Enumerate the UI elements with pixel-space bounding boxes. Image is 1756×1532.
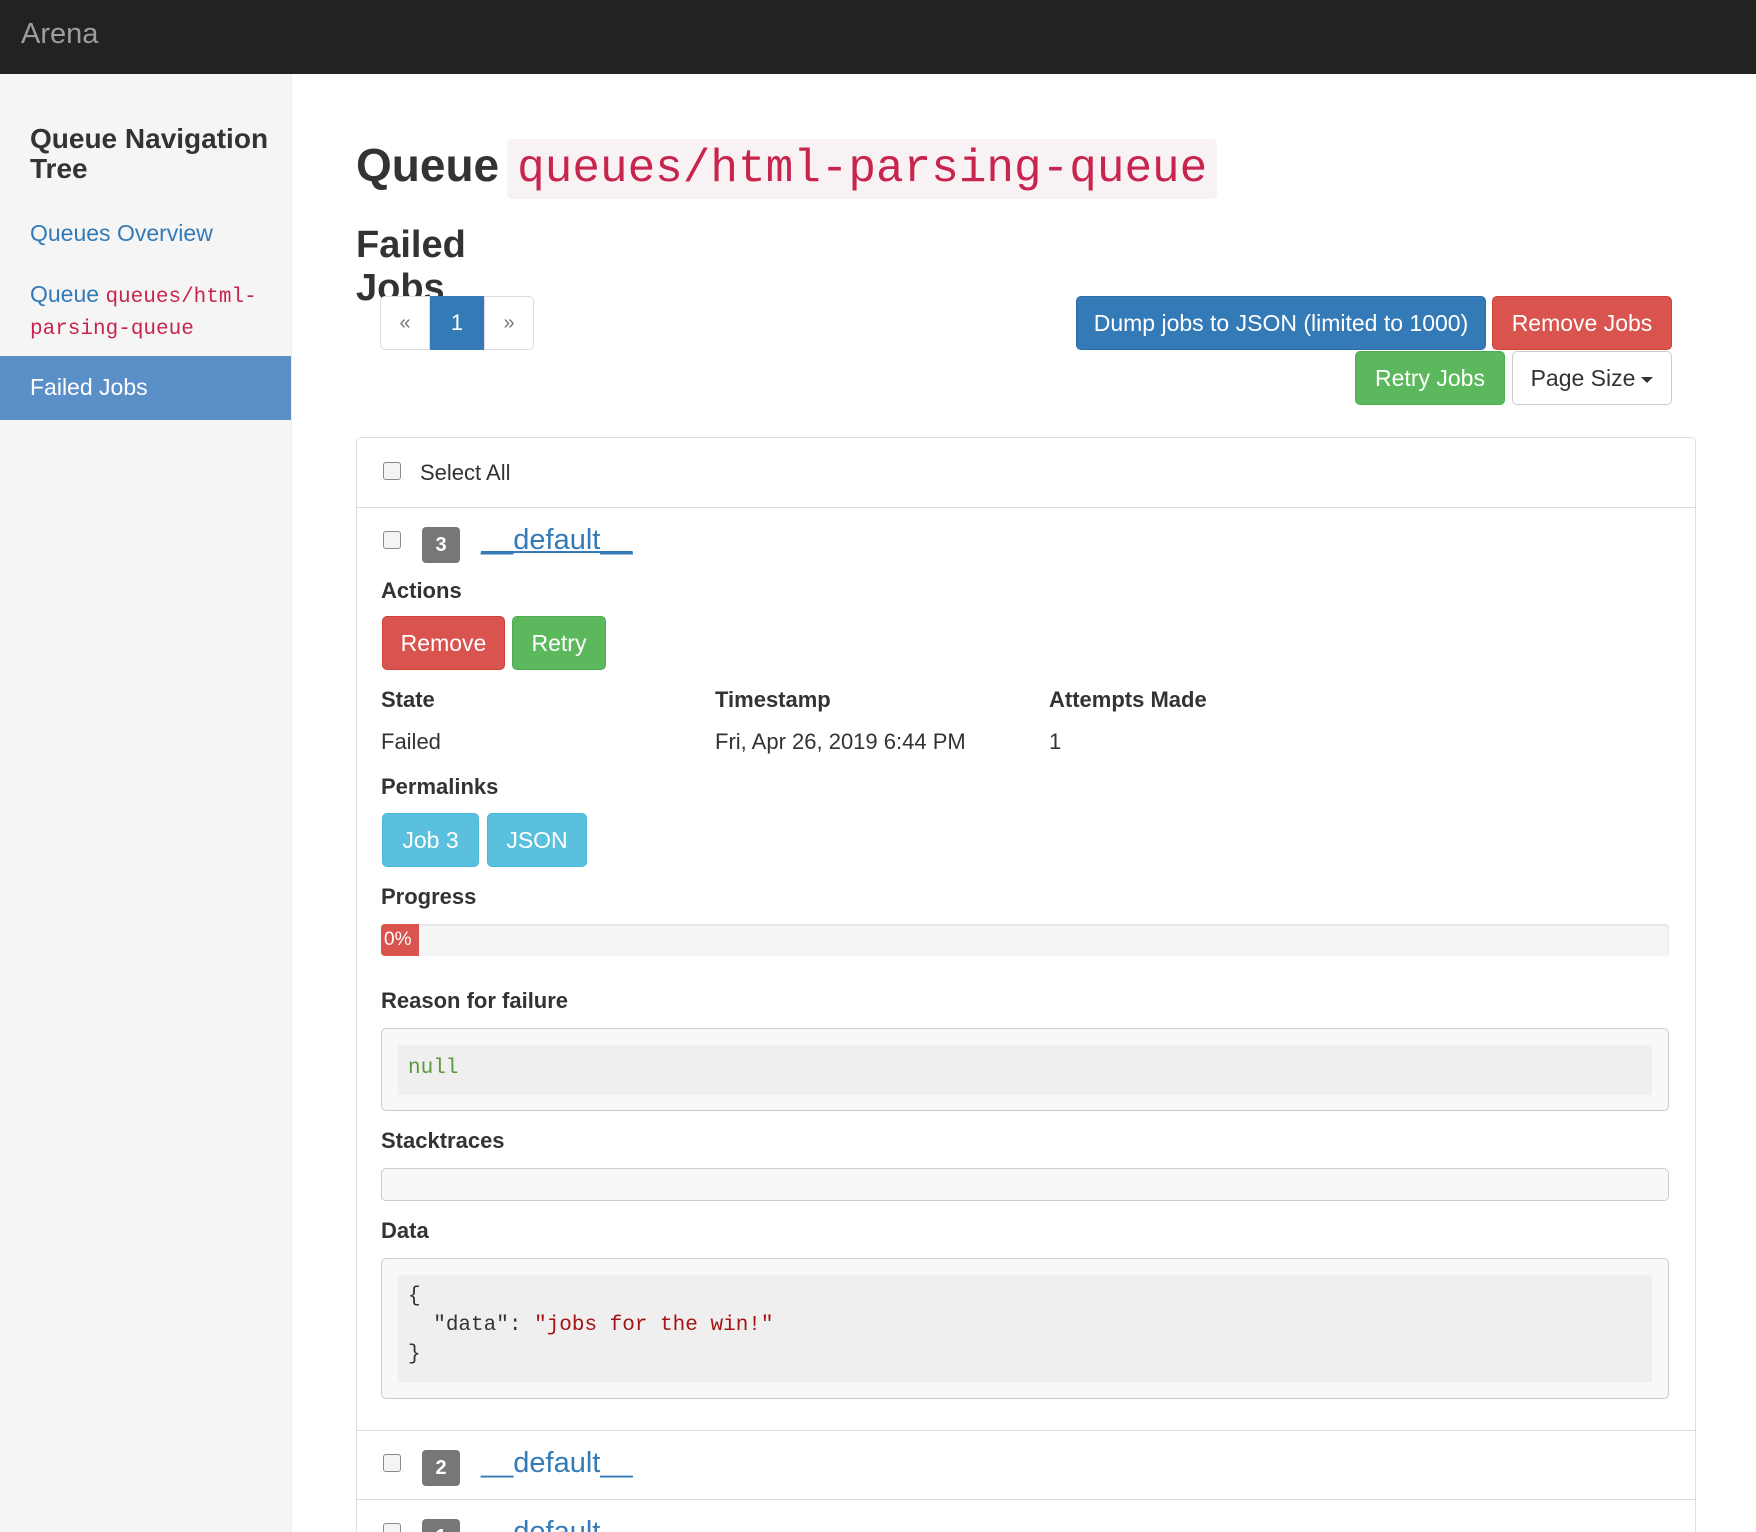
page-title-queue-name: queues/html-parsing-queue xyxy=(507,139,1218,199)
brand-link[interactable]: Arena xyxy=(21,18,98,51)
state-header: State xyxy=(381,687,435,712)
sidebar-queue-name-1: queues/html- xyxy=(105,286,257,309)
job-checkbox[interactable] xyxy=(383,531,401,549)
pagination-page-1[interactable]: 1 xyxy=(430,296,484,350)
data-json: { "data": "jobs for the win!" } xyxy=(408,1285,774,1366)
divider xyxy=(357,507,1695,508)
divider xyxy=(357,1430,1695,1431)
retry-jobs-button[interactable]: Retry Jobs xyxy=(1355,351,1505,405)
data-close-brace: } xyxy=(408,1343,421,1366)
sidebar-item-label: Failed Jobs xyxy=(30,374,148,400)
state-value: Failed xyxy=(381,729,441,754)
reason-code-block: null xyxy=(398,1045,1652,1095)
permalink-job-button[interactable]: Job 3 xyxy=(382,813,479,867)
job-id-badge: 3 xyxy=(422,527,460,563)
pagination-prev[interactable]: « xyxy=(380,296,430,350)
sidebar-item-queues-overview[interactable]: Queues Overview xyxy=(30,220,213,247)
page-size-dropdown[interactable]: Page Size xyxy=(1512,351,1672,405)
reason-text: null xyxy=(408,1057,459,1080)
sidebar-item-failed-jobs[interactable]: Failed Jobs xyxy=(0,356,291,420)
remove-jobs-button[interactable]: Remove Jobs xyxy=(1492,296,1672,350)
timestamp-value: Fri, Apr 26, 2019 6:44 PM xyxy=(715,729,966,754)
data-open-brace: { xyxy=(408,1285,421,1308)
job-id-badge: 2 xyxy=(422,1450,460,1486)
attempts-header: Attempts Made xyxy=(1049,687,1207,712)
progress-label: Progress xyxy=(381,884,477,909)
select-all-checkbox[interactable] xyxy=(383,462,401,480)
job-id-badge: 1 xyxy=(422,1519,460,1532)
pagination-next[interactable]: » xyxy=(484,296,534,350)
page-size-label: Page Size xyxy=(1530,364,1636,391)
sidebar-queue-name-2: parsing-queue xyxy=(30,318,194,341)
data-key: "data" xyxy=(433,1314,509,1337)
page-title-prefix: Queue xyxy=(356,139,500,191)
reason-label: Reason for failure xyxy=(381,988,569,1013)
retry-job-button[interactable]: Retry xyxy=(512,616,606,670)
job-checkbox[interactable] xyxy=(383,1454,401,1472)
job-name-link[interactable]: __default__ xyxy=(481,524,633,557)
remove-job-button[interactable]: Remove xyxy=(382,616,505,670)
stacktraces-label: Stacktraces xyxy=(381,1128,505,1153)
attempts-value: 1 xyxy=(1049,729,1062,754)
data-box: { "data": "jobs for the win!" } xyxy=(381,1258,1669,1399)
select-all-label: Select All xyxy=(420,460,511,485)
job-name-link[interactable]: __default__ xyxy=(481,1516,633,1532)
divider xyxy=(357,1499,1695,1500)
timestamp-header: Timestamp xyxy=(715,687,831,712)
sidebar: Queue Navigation Tree Queues Overview Qu… xyxy=(0,74,292,1532)
data-label: Data xyxy=(381,1218,429,1243)
permalink-json-button[interactable]: JSON xyxy=(487,813,587,867)
reason-box: null xyxy=(381,1028,1669,1111)
data-value: "jobs for the win!" xyxy=(534,1314,774,1337)
sidebar-title: Queue Navigation Tree xyxy=(30,123,269,184)
top-navbar: Arena xyxy=(0,0,1756,74)
pagination: « 1 » xyxy=(380,296,534,350)
page-title: Queue queues/html-parsing-queue xyxy=(356,138,1218,199)
stacktraces-box xyxy=(381,1168,1669,1201)
progress-bar: 0% xyxy=(381,924,1669,956)
dump-json-button[interactable]: Dump jobs to JSON (limited to 1000) xyxy=(1076,296,1486,350)
caret-down-icon xyxy=(1641,376,1654,383)
data-code-block: { "data": "jobs for the win!" } xyxy=(398,1275,1652,1382)
job-checkbox[interactable] xyxy=(383,1523,401,1532)
sidebar-queue-label: Queue xyxy=(30,281,100,307)
job-name-link[interactable]: __default__ xyxy=(481,1447,633,1480)
jobs-panel: Select All 3 __default__ Actions Remove … xyxy=(356,437,1696,1532)
permalinks-label: Permalinks xyxy=(381,774,499,799)
sidebar-item-queue[interactable]: Queue queues/html- parsing-queue xyxy=(30,280,280,344)
actions-label: Actions xyxy=(381,578,462,603)
progress-fill: 0% xyxy=(381,924,419,956)
